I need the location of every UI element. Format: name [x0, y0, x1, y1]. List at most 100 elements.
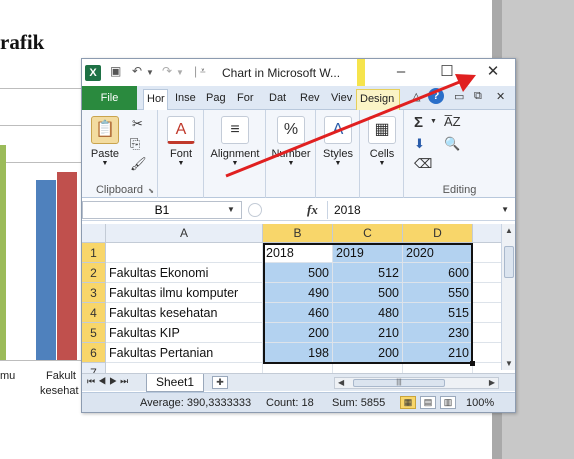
scroll-down-icon[interactable]: ▼ [505, 359, 513, 368]
row-header-3[interactable]: 3 [82, 283, 106, 303]
save-icon[interactable]: ▣ [110, 64, 121, 78]
copy-icon[interactable]: ⎘ [130, 136, 140, 152]
undo-icon[interactable]: ↶ [132, 64, 142, 78]
cell-b6[interactable]: 198 [263, 343, 333, 363]
styles-button[interactable]: A Styles ▼ [319, 116, 357, 167]
workbook-minimize-icon[interactable]: ▭ [454, 90, 464, 103]
cell-c1[interactable]: 2019 [333, 243, 403, 263]
cell-c6[interactable]: 200 [333, 343, 403, 363]
horizontal-scrollbar[interactable]: ◀ ||| ▶ [334, 377, 499, 389]
sheet-tab-sheet1[interactable]: Sheet1 [146, 374, 204, 392]
cell-d5[interactable]: 230 [403, 323, 473, 343]
maximize-button[interactable]: ☐ [433, 62, 461, 82]
sort-filter-icon[interactable]: A̅Z [444, 114, 461, 129]
undo-dropdown-icon[interactable]: ▼ [146, 68, 154, 77]
find-select-icon[interactable]: 🔍 [444, 136, 460, 152]
autosum-icon[interactable]: Σ [414, 114, 423, 131]
cell-e2[interactable] [473, 263, 502, 283]
tab-design[interactable]: Design [356, 89, 400, 110]
expand-formula-bar-icon[interactable]: ▼ [501, 205, 509, 214]
autosum-dropdown-icon[interactable]: ▼ [430, 118, 437, 125]
column-header-c[interactable]: C [333, 224, 403, 243]
row-header-5[interactable]: 5 [82, 323, 106, 343]
cut-icon[interactable]: ✂ [132, 116, 143, 132]
tab-home[interactable]: Hor [143, 89, 168, 110]
cell-e3[interactable] [473, 283, 502, 303]
redo-dropdown-icon[interactable]: ▼ [176, 68, 184, 77]
cell-d1[interactable]: 2020 [403, 243, 473, 263]
column-header-b[interactable]: B [263, 224, 333, 243]
column-header-e[interactable] [473, 224, 502, 243]
page-layout-view-button[interactable]: ▤ [420, 396, 436, 409]
insert-function-icon[interactable]: fx [307, 202, 318, 218]
scroll-right-icon[interactable]: ▶ [489, 378, 495, 387]
customize-qat-icon[interactable]: ⩡ [200, 66, 206, 77]
cell-d3[interactable]: 550 [403, 283, 473, 303]
name-box-dropdown-icon[interactable]: ▼ [227, 205, 235, 214]
cell-a6[interactable]: Fakultas Pertanian [106, 343, 263, 363]
font-button[interactable]: A Font ▼ [163, 116, 199, 167]
normal-view-button[interactable]: ▦ [400, 396, 416, 409]
tab-formulas[interactable]: For [234, 89, 263, 110]
formula-bar-splitter[interactable] [248, 203, 262, 217]
tab-insert[interactable]: Inse [172, 89, 199, 110]
minimize-button[interactable]: – [387, 62, 415, 82]
column-header-d[interactable]: D [403, 224, 473, 243]
cell-d4[interactable]: 515 [403, 303, 473, 323]
tab-view[interactable]: Viev [328, 89, 353, 110]
cell-c4[interactable]: 480 [333, 303, 403, 323]
cell-a5[interactable]: Fakultas KIP [106, 323, 263, 343]
redo-icon[interactable]: ↷ [162, 64, 172, 78]
tab-data[interactable]: Dat [266, 89, 293, 110]
name-box[interactable]: B1 [82, 201, 242, 219]
cell-a3[interactable]: Fakultas ilmu komputer [106, 283, 263, 303]
row-header-1[interactable]: 1 [82, 243, 106, 263]
cell-b2[interactable]: 500 [263, 263, 333, 283]
cell-e4[interactable] [473, 303, 502, 323]
dialog-launcher-icon[interactable]: ⬊ [148, 187, 154, 195]
ribbon-collapse-icon[interactable]: △ [412, 90, 420, 103]
cell-a4[interactable]: Fakultas kesehatan [106, 303, 263, 323]
cell-d6[interactable]: 210 [403, 343, 473, 363]
cell-b1[interactable]: 2018 [263, 243, 333, 263]
cell-d2[interactable]: 600 [403, 263, 473, 283]
cell-c2[interactable]: 512 [333, 263, 403, 283]
page-break-view-button[interactable]: ▥ [440, 396, 456, 409]
scroll-left-icon[interactable]: ◀ [338, 378, 344, 387]
vertical-scroll-thumb[interactable] [504, 246, 514, 278]
zoom-level[interactable]: 100% [466, 397, 494, 409]
tab-page-layout[interactable]: Pag [203, 89, 230, 110]
vertical-scrollbar[interactable]: ▲ ▼ [501, 224, 515, 370]
cell-e5[interactable] [473, 323, 502, 343]
clear-icon[interactable]: ⌫ [414, 156, 432, 172]
workbook-close-icon[interactable]: ✕ [496, 90, 505, 103]
worksheet-grid[interactable]: A B C D 1 2 3 4 5 6 7 2018 2019 2020 Fak… [82, 224, 502, 374]
format-painter-icon[interactable]: 🖌 [130, 156, 147, 172]
tab-file[interactable]: File [82, 86, 137, 110]
cell-a2[interactable]: Fakultas Ekonomi [106, 263, 263, 283]
row-header-2[interactable]: 2 [82, 263, 106, 283]
cell-e6[interactable] [473, 343, 502, 363]
row-header-4[interactable]: 4 [82, 303, 106, 323]
column-header-a[interactable]: A [106, 224, 263, 243]
workbook-restore-icon[interactable]: ⧉ [474, 90, 482, 103]
cell-c3[interactable]: 500 [333, 283, 403, 303]
number-button[interactable]: % Number ▼ [269, 116, 313, 167]
sheet-navigation-icons[interactable]: ⏮◀▶⏭ [87, 376, 131, 387]
cell-b3[interactable]: 490 [263, 283, 333, 303]
cell-c5[interactable]: 210 [333, 323, 403, 343]
fill-icon[interactable]: ⬇ [414, 136, 425, 152]
excel-logo-icon[interactable]: X [85, 65, 101, 81]
scroll-up-icon[interactable]: ▲ [505, 226, 513, 235]
select-all-corner[interactable] [82, 224, 106, 243]
insert-sheet-icon[interactable]: ✚ [212, 376, 228, 389]
paste-button[interactable]: 📋 Paste ▼ [88, 116, 122, 167]
fill-handle[interactable] [470, 361, 475, 366]
cell-a1[interactable] [106, 243, 263, 263]
alignment-button[interactable]: ≡ Alignment ▼ [208, 116, 262, 167]
cell-e1[interactable] [473, 243, 502, 263]
tab-review[interactable]: Rev [297, 89, 325, 110]
help-icon[interactable]: ? [428, 88, 444, 104]
close-button[interactable]: ✕ [479, 62, 507, 82]
cell-b5[interactable]: 200 [263, 323, 333, 343]
